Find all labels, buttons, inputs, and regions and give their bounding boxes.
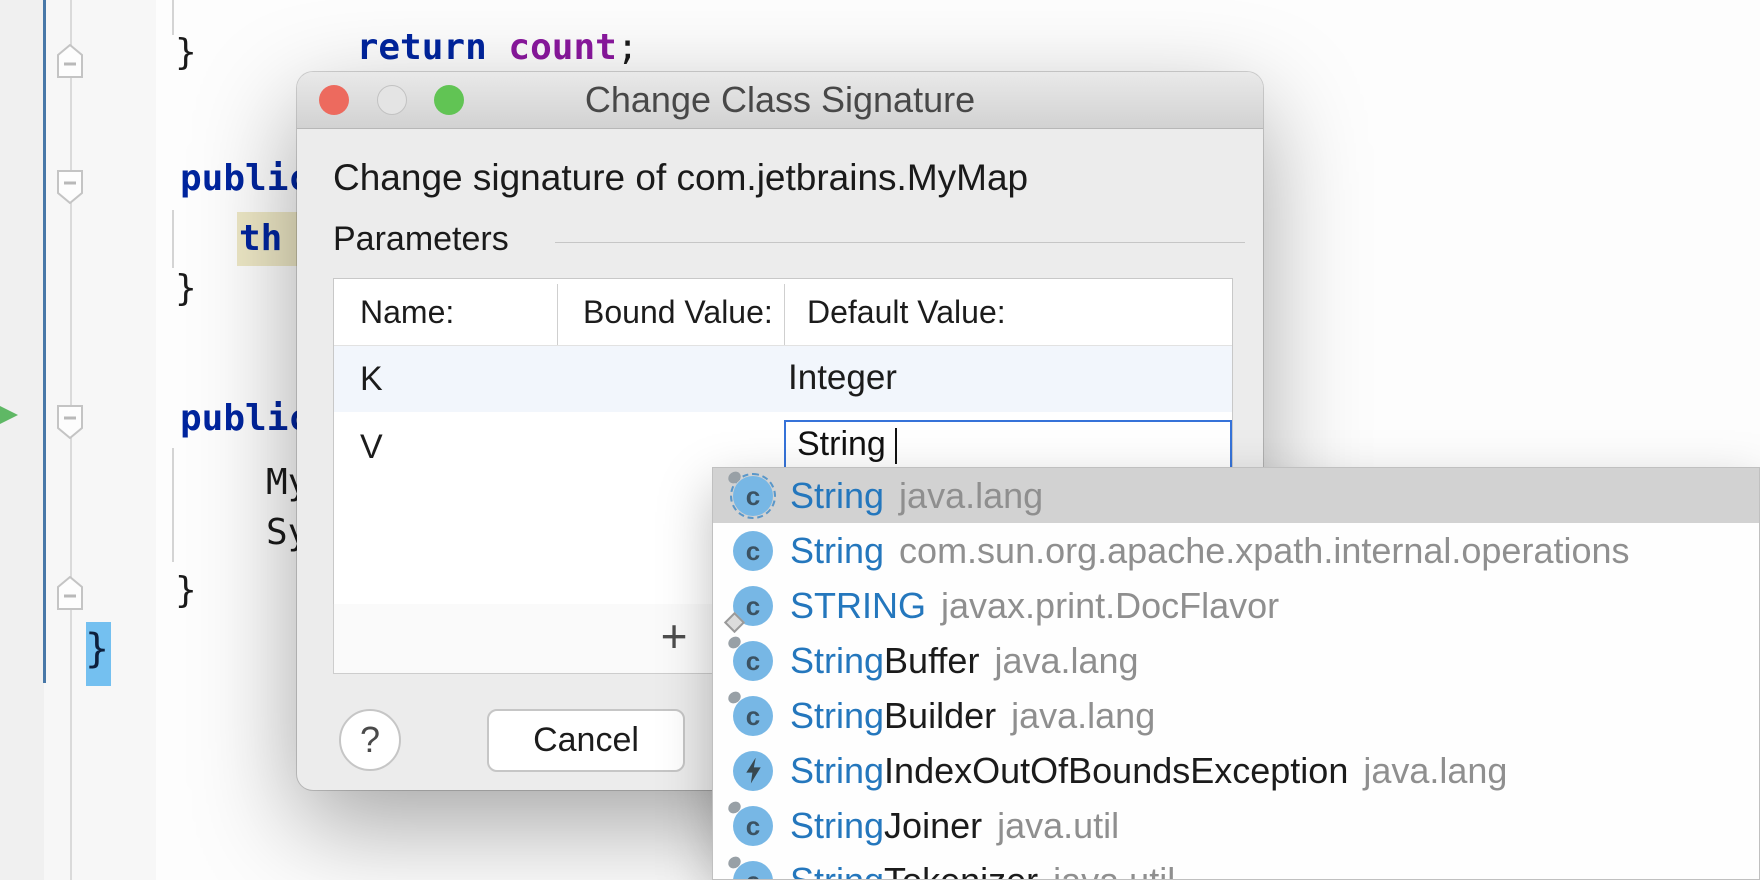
fold-marker-down-icon[interactable] (57, 170, 83, 205)
completion-match-text: String (790, 749, 885, 791)
indent-guide (172, 0, 174, 35)
completion-item[interactable]: c String Joiner java.util (713, 798, 1759, 853)
editor-gutter (44, 0, 156, 880)
punctuation: ; (616, 27, 639, 68)
completion-item[interactable]: c String Builder java.lang (713, 688, 1759, 743)
default-value-edit-cell[interactable]: String (784, 420, 1232, 470)
completion-match-text: String (790, 639, 885, 681)
completion-package-text: java.lang (899, 474, 1044, 516)
class-final-icon: c (733, 640, 773, 681)
code-close-brace: } (175, 268, 197, 309)
class-final-icon: c (733, 695, 773, 736)
code-public-keyword: public (180, 158, 311, 199)
gutter-accent-line (43, 0, 46, 683)
completion-package-text: javax.print.DocFlavor (941, 584, 1280, 626)
completion-match-text: String (790, 804, 885, 846)
class-final-icon: c (733, 860, 773, 879)
code-selected-brace: } (85, 626, 110, 672)
run-arrow-icon[interactable] (0, 401, 20, 429)
fold-marker-down-icon[interactable] (57, 405, 83, 440)
completion-item[interactable]: c STRING javax.print.DocFlavor (713, 578, 1759, 633)
completion-item[interactable]: c String Buffer java.lang (713, 633, 1759, 688)
column-separator (784, 284, 785, 345)
completion-rest-text: Joiner (884, 804, 983, 846)
code-this-fragment: th (239, 218, 283, 259)
class-final-icon: c (733, 805, 773, 846)
completion-package-text: java.util (1053, 859, 1176, 880)
completion-match-text: String (790, 694, 885, 736)
class-static-icon: c (733, 585, 773, 626)
completion-package-text: java.lang (1011, 694, 1156, 736)
completion-package-text: com.sun.org.apache.xpath.internal.operat… (899, 529, 1630, 571)
completion-match-text: STRING (790, 584, 927, 626)
class-final-icon: c (730, 472, 776, 519)
indent-guide (172, 210, 174, 268)
edit-cell-text: String (797, 425, 886, 463)
help-button[interactable]: ? (339, 709, 401, 771)
parameters-section-label: Parameters (333, 220, 509, 258)
completion-match-text: String (790, 529, 885, 571)
completion-item[interactable]: c String com.sun.org.apache.xpath.internal… (713, 523, 1759, 578)
column-header-name: Name: (360, 294, 455, 330)
section-separator (555, 242, 1245, 243)
dialog-title: Change Class Signature (584, 79, 976, 120)
completion-rest-text: Builder (884, 694, 997, 736)
gutter-separator-line (70, 0, 72, 880)
exception-icon (733, 750, 773, 791)
completion-list: c String java.lang c String com.sun.org.apach… (713, 468, 1759, 880)
cancel-button[interactable]: Cancel (487, 709, 685, 772)
completion-rest-text: IndexOutOfBoundsException (884, 749, 1349, 791)
table-row-k[interactable]: K Integer (334, 346, 1232, 412)
completion-match-text: String (790, 474, 885, 516)
param-default-cell: Integer (788, 358, 897, 397)
param-name-cell: V (360, 428, 383, 466)
fold-marker-up-icon[interactable] (57, 575, 83, 610)
completion-package-text: java.lang (994, 639, 1139, 681)
code-close-brace: } (175, 570, 197, 611)
param-name-cell: K (360, 360, 383, 398)
editor-left-margin (0, 0, 44, 880)
completion-item[interactable]: c String java.lang (713, 468, 1759, 523)
column-separator (557, 284, 558, 345)
variable-count: count (508, 27, 617, 68)
add-parameter-button[interactable]: + (646, 604, 702, 672)
completion-package-text: java.lang (1363, 749, 1508, 791)
lightning-bolt-icon (746, 757, 761, 784)
text-cursor (895, 428, 897, 464)
keyword-return: return (356, 27, 509, 68)
class-icon: c (733, 530, 773, 571)
completion-package-text: java.util (997, 804, 1120, 846)
completion-popup: c String java.lang c String com.sun.org.apach… (712, 467, 1760, 880)
ide-screen: return count; } public th } public My Sy… (0, 0, 1760, 880)
code-close-brace: } (175, 32, 197, 73)
code-public-keyword: public (180, 398, 311, 439)
indent-guide (172, 448, 174, 562)
dialog-heading: Change signature of com.jetbrains.MyMap (333, 157, 1029, 198)
completion-item[interactable]: String IndexOutOfBoundsException java.lang (713, 743, 1759, 798)
column-header-default-value: Default Value: (807, 294, 1006, 330)
column-header-bound-value: Bound Value: (583, 294, 773, 330)
completion-rest-text: Buffer (884, 639, 980, 681)
completion-match-text: String (790, 859, 885, 880)
fold-marker-up-icon[interactable] (57, 43, 83, 78)
completion-rest-text: Tokenizer (884, 859, 1039, 880)
completion-item[interactable]: c StringTokenizer java.util (713, 853, 1759, 880)
